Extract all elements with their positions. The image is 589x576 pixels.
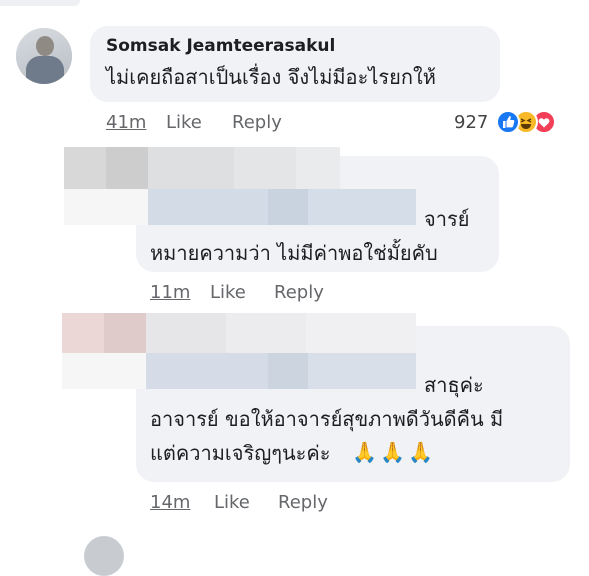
blur-block (226, 313, 306, 353)
blur-block (64, 147, 108, 189)
blur-block (268, 189, 308, 225)
like-reaction-icon (496, 110, 520, 134)
avatar[interactable] (16, 28, 72, 84)
blur-block (104, 313, 146, 353)
blur-block (296, 147, 340, 189)
avatar[interactable] (84, 536, 124, 576)
blur-block (146, 353, 268, 389)
reply-button[interactable]: Reply (232, 112, 282, 133)
blur-block (62, 353, 146, 389)
avatar-photo-body (26, 56, 64, 84)
avatar-photo-head (36, 36, 54, 56)
comment-timestamp[interactable]: 14m (150, 492, 190, 513)
comment-author[interactable]: Somsak Jeamteerasakul (106, 36, 335, 56)
comment-text-line-2: หมายความว่า ไม่มีค่าพอใช่มั้ยคับ (150, 241, 438, 265)
like-button[interactable]: Like (214, 492, 250, 513)
like-button[interactable]: Like (210, 282, 246, 303)
like-button[interactable]: Like (166, 112, 202, 133)
blur-block (268, 353, 308, 389)
blur-block (306, 313, 416, 353)
comment-timestamp[interactable]: 41m (106, 112, 146, 133)
blur-block (148, 147, 234, 189)
comment-timestamp[interactable]: 11m (150, 282, 190, 303)
blur-block (106, 147, 148, 189)
reaction-count[interactable]: 927 (454, 112, 488, 133)
top-edge-fragment (0, 0, 80, 6)
folded-hands-emoji: 🙏 (352, 440, 377, 464)
comment-text-line-3: แต่ความเจริญๆนะค่ะ (150, 441, 331, 465)
folded-hands-emoji: 🙏 (380, 440, 405, 464)
blur-block (64, 189, 148, 225)
blur-block (62, 313, 104, 353)
blur-block (308, 189, 416, 225)
blur-block (148, 189, 268, 225)
comment-text-line-1: จารย์ (424, 207, 470, 231)
blur-block (234, 147, 296, 189)
comment-text-line-1: สาธุค่ะ (424, 373, 484, 397)
comment-text-line-2: อาจารย์ ขอให้อาจารย์สุขภาพดีวันดีคืน มี (150, 407, 504, 431)
folded-hands-emoji: 🙏 (408, 440, 433, 464)
reply-button[interactable]: Reply (278, 492, 328, 513)
blur-block (308, 353, 416, 389)
reply-button[interactable]: Reply (274, 282, 324, 303)
comment-text: ไม่เคยถือสาเป็นเรื่อง จึงไม่มีอะไรยกให้ (106, 65, 436, 89)
blur-block (146, 313, 226, 353)
